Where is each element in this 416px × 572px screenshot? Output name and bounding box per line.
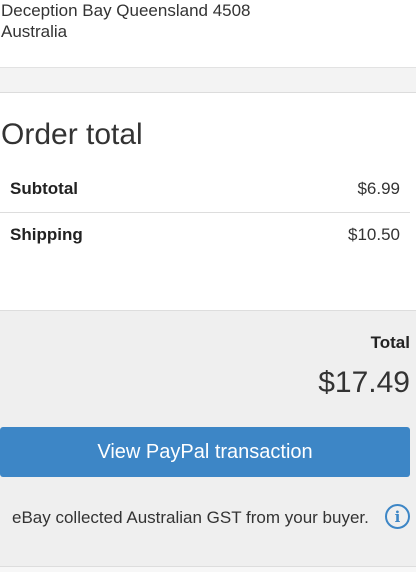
total-value: $17.49 bbox=[318, 366, 410, 399]
address-country: Australia bbox=[1, 22, 68, 41]
order-total-heading: Order total bbox=[1, 118, 143, 151]
bottom-divider bbox=[0, 566, 416, 572]
section-separator bbox=[0, 68, 416, 93]
shipping-address: Deception Bay Queensland 4508 Australia bbox=[0, 0, 416, 68]
subtotal-label: Subtotal bbox=[10, 179, 78, 198]
shipping-value: $10.50 bbox=[348, 225, 400, 244]
total-label: Total bbox=[370, 333, 410, 352]
shipping-label: Shipping bbox=[10, 225, 83, 244]
order-total-section: Order total Subtotal $6.99 Shipping $10.… bbox=[0, 94, 416, 310]
view-paypal-transaction-button[interactable]: View PayPal transaction bbox=[0, 427, 410, 477]
subtotal-value: $6.99 bbox=[357, 179, 400, 198]
shipping-row: Shipping $10.50 bbox=[0, 213, 410, 259]
info-icon[interactable]: i bbox=[385, 504, 410, 529]
subtotal-row: Subtotal $6.99 bbox=[0, 167, 410, 213]
total-summary-panel: Total $17.49 View PayPal transaction eBa… bbox=[0, 310, 416, 566]
order-details-page: Deception Bay Queensland 4508 Australia … bbox=[0, 0, 416, 572]
gst-note: eBay collected Australian GST from your … bbox=[12, 508, 369, 527]
address-line-1: Deception Bay Queensland 4508 bbox=[1, 1, 251, 20]
